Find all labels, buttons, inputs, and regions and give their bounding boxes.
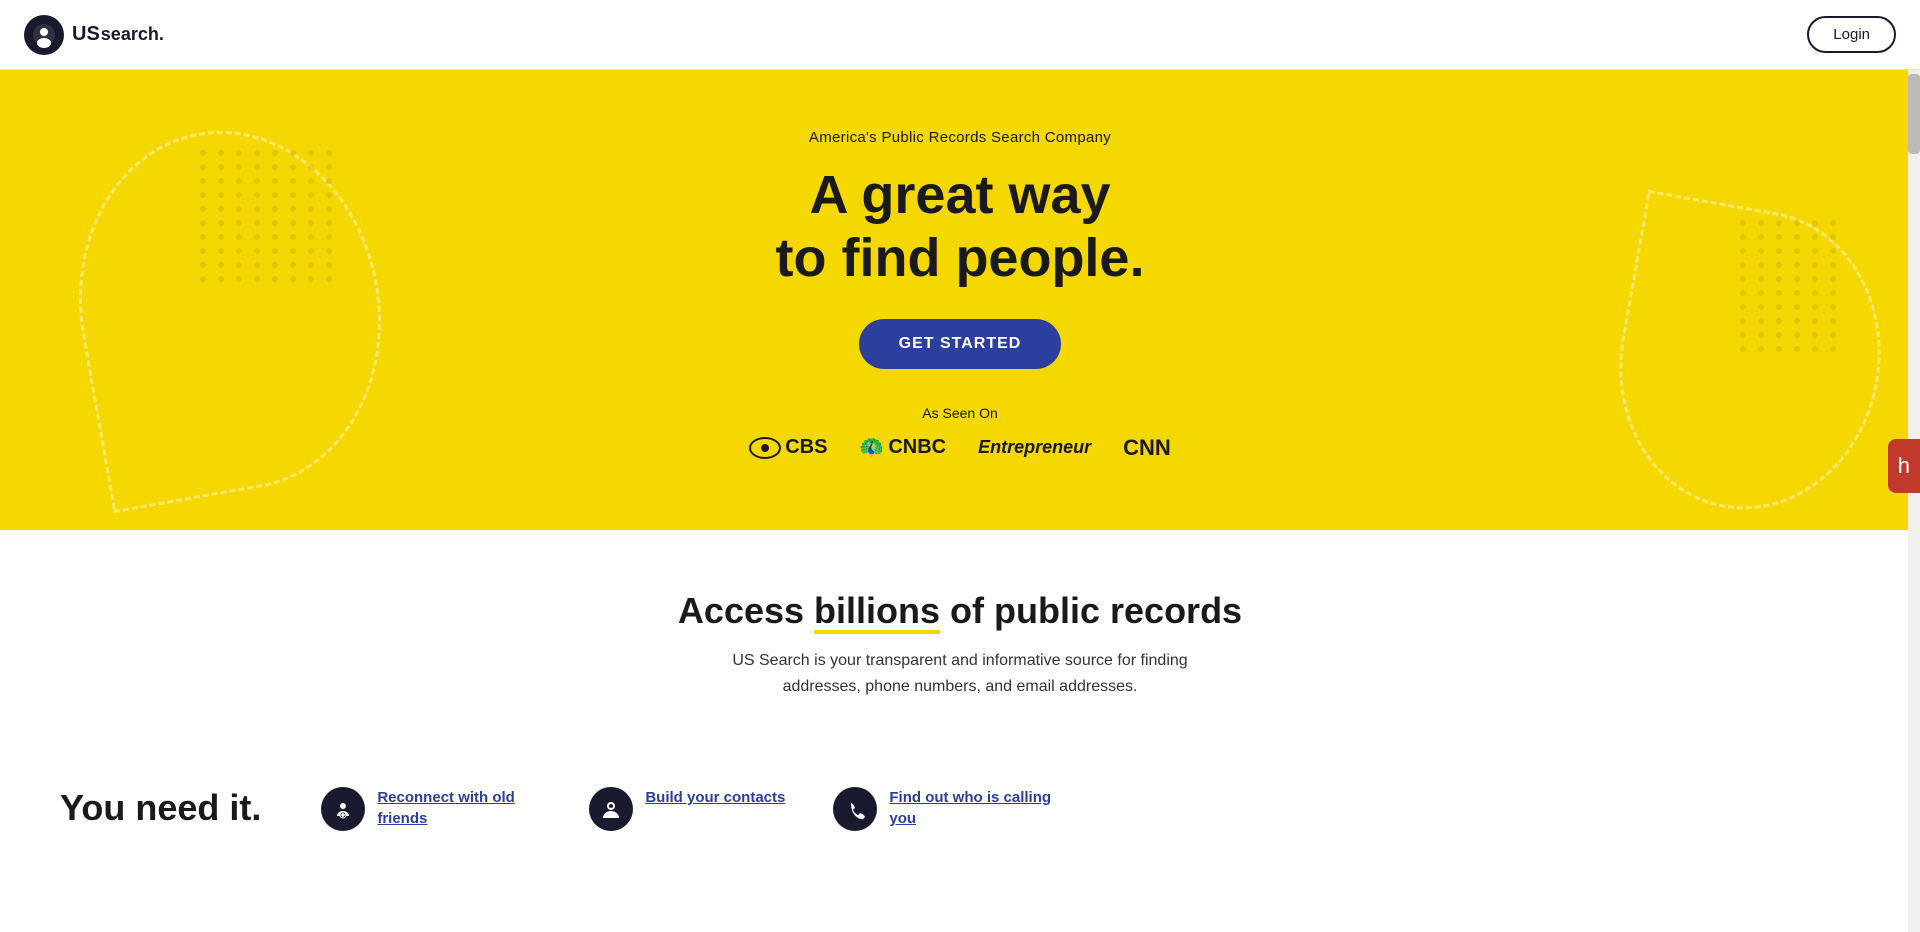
hero-content: America's Public Records Search Company …: [729, 89, 1191, 510]
features-grid: Reconnect with old friends Build your co…: [321, 787, 1053, 831]
help-widget-icon: h: [1898, 453, 1910, 478]
cbs-logo: CBS: [749, 436, 827, 459]
navbar: US search. Login: [0, 0, 1920, 70]
entrepreneur-label: Entrepreneur: [978, 437, 1091, 458]
dots-left-decoration: const dotsLeft = document.currentScript.…: [200, 150, 336, 282]
cbs-eye-icon: [749, 437, 781, 459]
access-title-highlight: billions: [814, 590, 940, 632]
scrollbar[interactable]: [1908, 70, 1920, 932]
hero-title-line2: to find people.: [776, 228, 1145, 288]
help-widget[interactable]: h: [1888, 439, 1920, 493]
access-title-suffix: of public records: [940, 590, 1242, 631]
logo-text-container: US search.: [72, 23, 164, 46]
access-section: Access billions of public records US Sea…: [0, 530, 1920, 767]
access-title-prefix: Access: [678, 590, 814, 631]
access-section-description: US Search is your transparent and inform…: [700, 648, 1220, 699]
cbs-label: CBS: [785, 436, 827, 459]
logo-icon: [24, 15, 64, 55]
cnbc-logo: 🦚 CNBC: [859, 435, 946, 460]
logo: US search.: [24, 15, 164, 55]
logo-us: US: [72, 23, 100, 46]
hero-section: const dotsLeft = document.currentScript.…: [0, 70, 1920, 530]
hero-subtitle: America's Public Records Search Company: [749, 129, 1171, 146]
calling-icon: [833, 787, 877, 831]
access-section-title: Access billions of public records: [20, 590, 1900, 632]
feature-calling: Find out who is calling you: [833, 787, 1053, 831]
contacts-link[interactable]: Build your contacts: [645, 787, 785, 808]
calling-link[interactable]: Find out who is calling you: [889, 787, 1053, 829]
contacts-icon: [589, 787, 633, 831]
hero-title-line1: A great way: [809, 165, 1110, 225]
media-logos: CBS 🦚 CNBC Entrepreneur CNN: [749, 435, 1171, 461]
you-need-heading: You need it.: [60, 787, 261, 829]
feature-contacts: Build your contacts: [589, 787, 785, 831]
as-seen-on-label: As Seen On: [749, 405, 1171, 421]
reconnect-link[interactable]: Reconnect with old friends: [377, 787, 541, 829]
feature-reconnect: Reconnect with old friends: [321, 787, 541, 831]
logo-search: search.: [101, 24, 164, 45]
scrollbar-thumb[interactable]: [1908, 74, 1920, 154]
cnn-label: CNN: [1123, 435, 1171, 461]
you-need-it-section: You need it. Reconnect with old friends: [0, 767, 1920, 871]
hero-title: A great way to find people.: [749, 164, 1171, 288]
login-button[interactable]: Login: [1807, 16, 1896, 53]
get-started-button[interactable]: GET STARTED: [859, 319, 1062, 369]
cnbc-peacock-icon: 🦚: [859, 435, 884, 460]
cnn-logo: CNN: [1123, 435, 1171, 461]
entrepreneur-logo: Entrepreneur: [978, 437, 1091, 458]
cnbc-label: CNBC: [888, 436, 946, 459]
dots-right-decoration: const dotsRight = document.currentScript…: [1740, 220, 1840, 352]
reconnect-icon: [321, 787, 365, 831]
